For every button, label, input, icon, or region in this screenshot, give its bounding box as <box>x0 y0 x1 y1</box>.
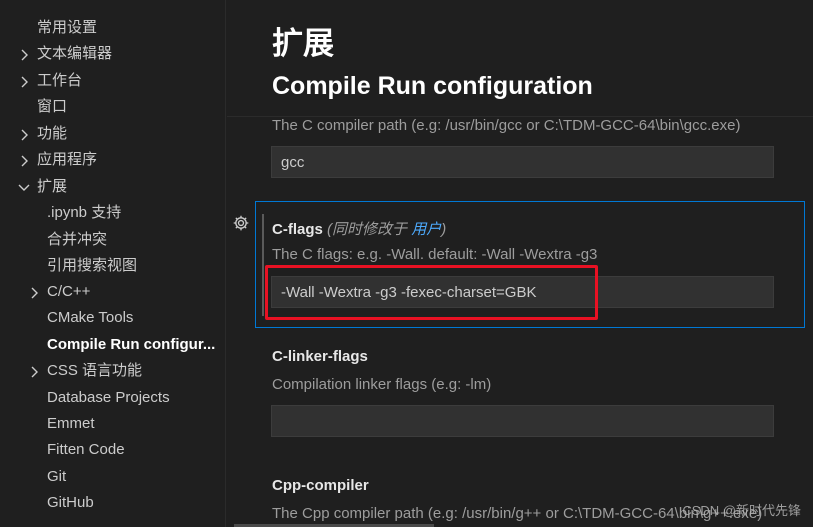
tree-item-references-view[interactable]: 引用搜索视图 <box>0 253 226 279</box>
c-flags-title: C-flags (同时修改于 用户) <box>272 218 446 239</box>
tree-item-database-projects[interactable]: Database Projects <box>0 385 226 411</box>
tree-item-label: Compile Run configur... <box>47 336 216 353</box>
tree-item-label: C/C++ <box>47 283 91 300</box>
red-highlight-box <box>265 265 598 320</box>
c-compiler-input[interactable] <box>271 146 774 178</box>
c-linker-flags-description: Compilation linker flags (e.g: -lm) <box>272 376 492 393</box>
chevron-right-icon[interactable] <box>27 279 41 305</box>
tree-item-features[interactable]: 功能 <box>0 121 226 147</box>
tree-item-label: 文本编辑器 <box>37 45 113 62</box>
c-flags-name: C-flags <box>272 221 323 238</box>
tree-item-label: Database Projects <box>47 389 170 406</box>
tree-item-cmake-tools[interactable]: CMake Tools <box>0 305 226 331</box>
c-compiler-description: The C compiler path (e.g: /usr/bin/gcc o… <box>272 117 741 134</box>
c-flags-description: The C flags: e.g. -Wall. default: -Wall … <box>272 246 598 263</box>
settings-tree: 常用设置 文本编辑器 工作台 窗口 功能 应用程序 扩展 .ipynb 支持 合… <box>0 0 226 527</box>
chevron-right-icon[interactable] <box>17 147 31 173</box>
tree-item-application[interactable]: 应用程序 <box>0 147 226 173</box>
page-title: 扩展 <box>272 26 334 61</box>
tree-item-label: 合并冲突 <box>47 231 108 248</box>
user-settings-link[interactable]: 用户 <box>411 221 441 238</box>
section-title: Compile Run configuration <box>272 72 593 100</box>
chevron-right-icon[interactable] <box>17 68 31 94</box>
tree-item-common-settings[interactable]: 常用设置 <box>0 15 226 41</box>
tree-item-label: Git <box>47 468 67 485</box>
tree-item-label: CSS 语言功能 <box>47 362 143 379</box>
modified-prefix: (同时修改于 <box>327 221 412 238</box>
tree-item-extensions[interactable]: 扩展 <box>0 174 226 200</box>
tree-item-label: 应用程序 <box>37 151 98 168</box>
tree-item-ipynb[interactable]: .ipynb 支持 <box>0 200 226 226</box>
chevron-right-icon[interactable] <box>17 41 31 67</box>
tree-item-label: .ipynb 支持 <box>47 204 122 221</box>
tree-item-window[interactable]: 窗口 <box>0 94 226 120</box>
chevron-right-icon[interactable] <box>27 358 41 384</box>
tree-item-label: 工作台 <box>37 72 83 89</box>
tree-item-label: 扩展 <box>37 178 68 195</box>
settings-window: 常用设置 文本编辑器 工作台 窗口 功能 应用程序 扩展 .ipynb 支持 合… <box>0 0 813 527</box>
c-linker-flags-input[interactable] <box>271 405 774 437</box>
watermark: CSDN @新时代先锋 <box>682 503 801 518</box>
cpp-compiler-name: Cpp-compiler <box>272 477 369 494</box>
tree-item-text-editor[interactable]: 文本编辑器 <box>0 41 226 67</box>
tree-item-workbench[interactable]: 工作台 <box>0 68 226 94</box>
tree-item-label: Fitten Code <box>47 441 125 458</box>
chevron-down-icon[interactable] <box>17 174 31 200</box>
tree-item-merge-conflict[interactable]: 合并冲突 <box>0 227 226 253</box>
tree-item-label: Emmet <box>47 415 95 432</box>
tree-item-label: GitHub <box>47 494 94 511</box>
tree-item-emmet[interactable]: Emmet <box>0 411 226 437</box>
tree-item-compile-run[interactable]: Compile Run configur... <box>0 332 226 358</box>
tree-item-github[interactable]: GitHub <box>0 490 226 516</box>
tree-item-fitten-code[interactable]: Fitten Code <box>0 437 226 463</box>
gear-icon[interactable] <box>232 214 250 232</box>
tree-item-git[interactable]: Git <box>0 464 226 490</box>
tree-item-label: 引用搜索视图 <box>47 257 138 274</box>
tree-item-label: CMake Tools <box>47 309 134 326</box>
c-linker-flags-name: C-linker-flags <box>272 348 368 365</box>
tree-item-label: 功能 <box>37 125 68 142</box>
tree-item-label: 窗口 <box>37 98 68 115</box>
tree-item-c-cpp[interactable]: C/C++ <box>0 279 226 305</box>
modified-indicator <box>262 214 264 316</box>
tree-item-css-language[interactable]: CSS 语言功能 <box>0 358 226 384</box>
chevron-right-icon[interactable] <box>17 121 31 147</box>
tree-item-label: 常用设置 <box>37 19 98 36</box>
modified-in-note: (同时修改于 用户) <box>327 221 446 238</box>
modified-suffix: ) <box>441 221 447 238</box>
settings-editor: 扩展 Compile Run configuration The C compi… <box>227 0 813 527</box>
